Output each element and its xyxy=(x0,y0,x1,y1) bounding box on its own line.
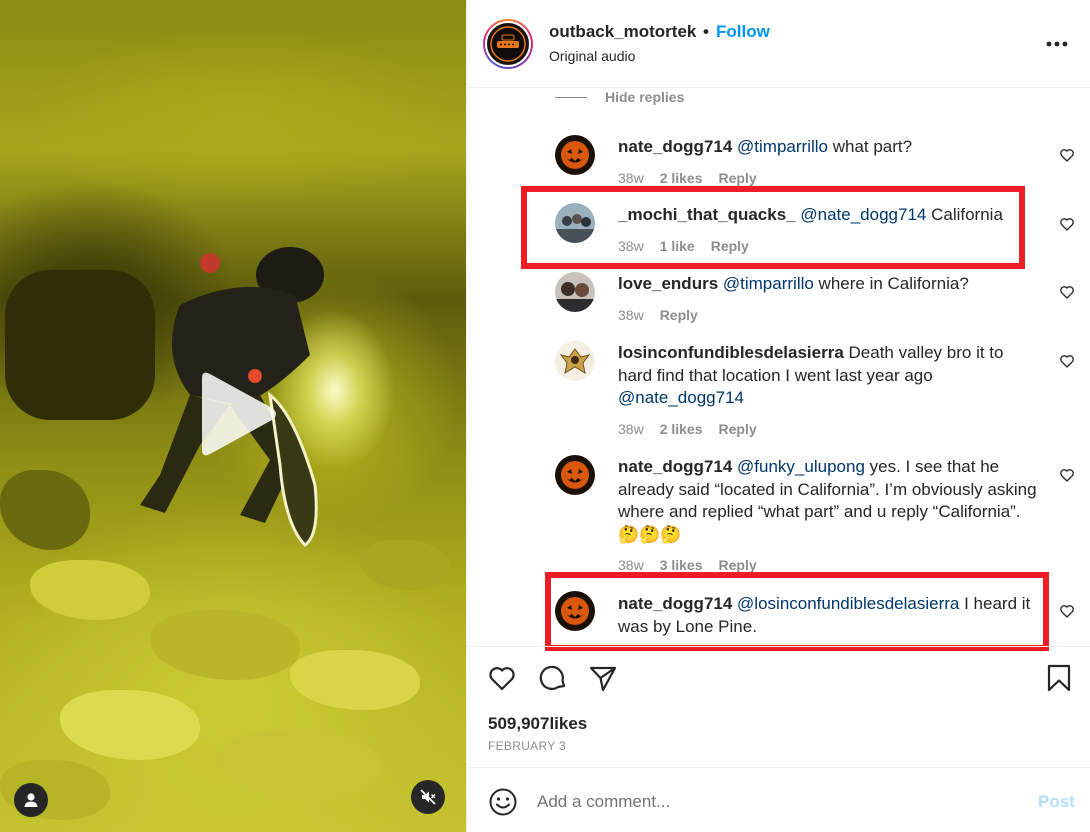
comment-mention[interactable]: @nate_dogg714 xyxy=(618,388,744,407)
rock xyxy=(30,560,150,620)
bookmark-icon[interactable] xyxy=(1044,663,1074,693)
person-icon[interactable] xyxy=(14,783,48,817)
comment-content: what part? xyxy=(827,137,913,156)
avatar[interactable] xyxy=(555,341,595,381)
comment-mention[interactable]: @funky_ulupong xyxy=(737,457,865,476)
rock xyxy=(60,690,200,760)
reply-button[interactable]: Reply xyxy=(719,557,757,573)
comment-text: losinconfundiblesdelasierra Death valley… xyxy=(618,342,1038,410)
comment-heart-icon[interactable] xyxy=(1059,603,1075,619)
comment-input[interactable] xyxy=(537,786,1007,818)
eagle-logo-avatar-icon xyxy=(555,341,595,381)
separator-dot: • xyxy=(703,22,709,41)
comment-username[interactable]: nate_dogg714 xyxy=(618,137,732,156)
highlight-box xyxy=(545,572,1049,651)
comment-text: nate_dogg714 @timparrillo what part? xyxy=(618,136,1038,159)
likes-number: 509,907 xyxy=(488,714,550,733)
heart-icon[interactable] xyxy=(487,663,517,693)
pumpkin-avatar-icon xyxy=(555,135,595,175)
comment-mention[interactable]: @timparrillo xyxy=(737,137,828,156)
comment-icon[interactable] xyxy=(538,663,568,693)
likes-count[interactable]: 509,907likes xyxy=(488,714,587,734)
comments-list[interactable]: Hide replies nate_dogg714 @timparrillo w… xyxy=(467,88,1090,646)
comment-item: nate_dogg714 @funky_ulupong yes. I see t… xyxy=(555,455,1075,580)
comment-meta: 38w 2 likes Reply xyxy=(618,421,757,437)
avatar[interactable] xyxy=(555,135,595,175)
comment-username[interactable]: nate_dogg714 xyxy=(618,457,732,476)
comment-likes[interactable]: 3 likes xyxy=(660,557,703,573)
speaker-muted-icon[interactable] xyxy=(411,780,445,814)
post-panel: outback_motortek • Follow Original audio… xyxy=(466,0,1090,832)
rock xyxy=(290,650,420,710)
comment-heart-icon[interactable] xyxy=(1059,353,1075,369)
comment-time: 38w xyxy=(618,557,644,573)
reply-button[interactable]: Reply xyxy=(660,307,698,323)
comment-heart-icon[interactable] xyxy=(1059,147,1075,163)
rock xyxy=(360,540,450,590)
comment-text: love_endurs @timparrillo where in Califo… xyxy=(618,273,1038,296)
audio-label[interactable]: Original audio xyxy=(549,48,635,64)
comment-username[interactable]: losinconfundiblesdelasierra xyxy=(618,343,844,362)
comment-bar: Post xyxy=(467,768,1090,832)
comment-meta: 38w Reply xyxy=(618,307,698,323)
two-people-avatar-icon xyxy=(555,272,595,312)
post-header: outback_motortek • Follow Original audio xyxy=(467,0,1090,88)
likes-suffix: likes xyxy=(549,714,588,733)
person-glyph xyxy=(24,793,38,807)
avatar[interactable] xyxy=(555,272,595,312)
rock xyxy=(220,730,380,800)
header-username[interactable]: outback_motortek xyxy=(549,22,696,42)
hide-replies-label: Hide replies xyxy=(605,89,685,105)
hide-replies-button[interactable]: Hide replies xyxy=(555,88,684,107)
comment-text: nate_dogg714 @funky_ulupong yes. I see t… xyxy=(618,456,1038,546)
highlight-box xyxy=(521,186,1025,269)
comment-item: losinconfundiblesdelasierra Death valley… xyxy=(555,341,1075,446)
divider xyxy=(555,96,587,98)
more-horizontal-icon[interactable] xyxy=(1043,30,1071,58)
brand-logo xyxy=(485,21,531,67)
pumpkin-avatar-icon xyxy=(555,455,595,495)
post-button[interactable]: Post xyxy=(1038,792,1075,812)
comment-mention[interactable]: @timparrillo xyxy=(723,274,814,293)
rock xyxy=(0,470,90,550)
comment-heart-icon[interactable] xyxy=(1059,216,1075,232)
comment-meta: 38w 3 likes Reply xyxy=(618,557,757,573)
comment-heart-icon[interactable] xyxy=(1059,467,1075,483)
avatar[interactable] xyxy=(555,455,595,495)
comment-time: 38w xyxy=(618,170,644,186)
play-icon[interactable] xyxy=(190,368,280,460)
paper-plane-icon[interactable] xyxy=(588,663,618,693)
comment-username[interactable]: love_endurs xyxy=(618,274,718,293)
comment-content: where in California? xyxy=(813,274,969,293)
reply-button[interactable]: Reply xyxy=(719,421,757,437)
profile-avatar[interactable] xyxy=(483,19,533,69)
post-actions: 509,907likes FEBRUARY 3 xyxy=(467,646,1090,768)
motortek-logo-icon xyxy=(490,26,526,62)
comment-heart-icon[interactable] xyxy=(1059,284,1075,300)
post-date: FEBRUARY 3 xyxy=(488,739,566,753)
comment-likes[interactable]: 2 likes xyxy=(660,421,703,437)
follow-button[interactable]: Follow xyxy=(716,22,770,42)
dots-glyph xyxy=(1046,41,1068,47)
comment-likes[interactable]: 2 likes xyxy=(660,170,703,186)
comment-time: 38w xyxy=(618,307,644,323)
speaker-glyph xyxy=(420,789,436,805)
comment-time: 38w xyxy=(618,421,644,437)
reply-button[interactable]: Reply xyxy=(719,170,757,186)
smiley-icon[interactable] xyxy=(488,787,518,817)
comment-item: love_endurs @timparrillo where in Califo… xyxy=(555,272,1075,332)
video-player[interactable] xyxy=(0,0,466,832)
comment-meta: 38w 2 likes Reply xyxy=(618,170,757,186)
rock xyxy=(150,610,300,680)
